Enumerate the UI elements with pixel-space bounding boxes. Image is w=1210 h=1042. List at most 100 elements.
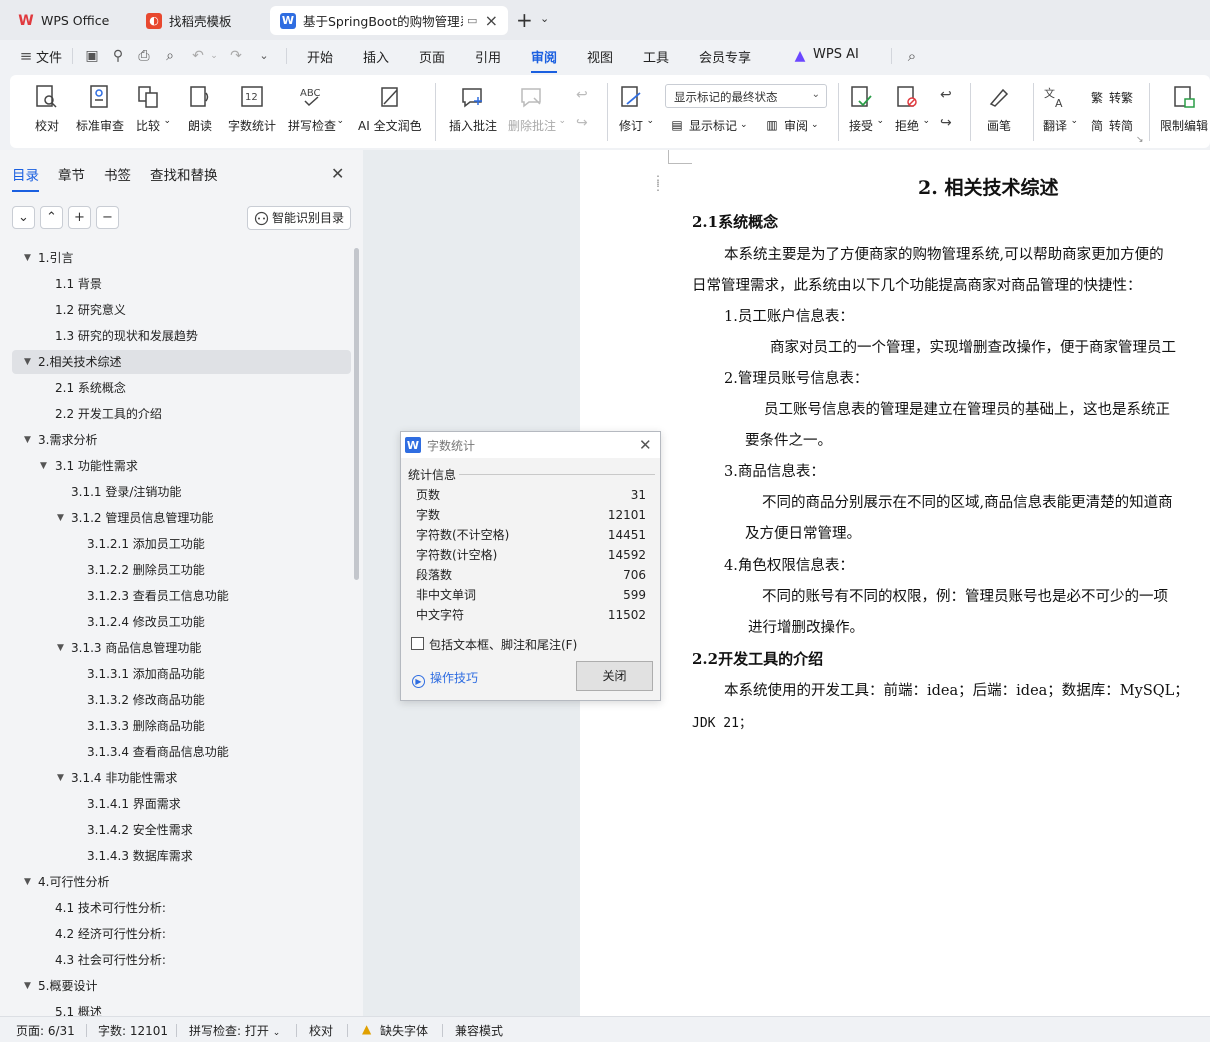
tab-chapters[interactable]: 章节	[58, 164, 85, 184]
menu-wps-ai[interactable]: WPS AI	[813, 47, 859, 62]
toc-item[interactable]: 3.1.2.3 查看员工信息功能	[12, 584, 351, 608]
tab-bookmarks[interactable]: 书签	[104, 164, 131, 184]
include-textbox-checkbox[interactable]	[411, 637, 424, 650]
toc-item[interactable]: 3.1.4.3 数据库需求	[12, 844, 351, 868]
caret-down-icon[interactable]: ▼	[57, 506, 64, 530]
menu-tools[interactable]: 工具	[643, 47, 669, 66]
toc-item[interactable]: ▼ 3.需求分析	[12, 428, 351, 452]
status-word-count[interactable]: 字数: 12101	[98, 1022, 168, 1039]
show-markup-button[interactable]: ▤ 显示标记 ⌄	[669, 115, 747, 135]
previous-change-icon[interactable]: ↩	[940, 87, 952, 103]
search-icon[interactable]: ⌕	[904, 48, 920, 64]
toc-item[interactable]: 4.3 社会可行性分析:	[12, 948, 351, 972]
standard-review-button[interactable]: 标准审查	[76, 83, 124, 143]
caret-down-icon[interactable]: ▼	[40, 454, 47, 478]
expand-all-button[interactable]: ⌄	[12, 206, 35, 229]
restrict-edit-button[interactable]: 限制编辑	[1160, 83, 1208, 143]
save-icon[interactable]: ▣	[84, 48, 100, 64]
document-page[interactable]: 2. 相关技术综述 2.1系统概念 本系统主要是为了方便商家的购物管理系统,可以…	[580, 150, 1210, 1016]
read-aloud-button[interactable]: 朗读	[187, 83, 213, 143]
review-pane-button[interactable]: ▥ 审阅 ⌄	[764, 115, 818, 135]
spell-check-button[interactable]: ABC 拼写检查 ⌄	[288, 83, 344, 143]
toc-item[interactable]: 3.1.2.2 删除员工功能	[12, 558, 351, 582]
menu-page[interactable]: 页面	[419, 47, 445, 66]
toc-item[interactable]: 3.1.1 登录/注销功能	[12, 480, 351, 504]
compare-button[interactable]: 比较 ⌄	[135, 83, 171, 143]
toc-item[interactable]: 3.1.4.2 安全性需求	[12, 818, 351, 842]
menu-insert[interactable]: 插入	[363, 47, 389, 66]
checkbox-label[interactable]: 包括文本框、脚注和尾注(F)	[429, 636, 577, 653]
toc-item[interactable]: 3.1.3.4 查看商品信息功能	[12, 740, 351, 764]
delete-comment-button[interactable]: 删除批注 ⌄	[508, 83, 566, 143]
toc-item[interactable]: 3.1.2.1 添加员工功能	[12, 532, 351, 556]
to-traditional-button[interactable]: 繁 转繁	[1089, 87, 1133, 107]
toc-item[interactable]: 4.2 经济可行性分析:	[12, 922, 351, 946]
toc-item[interactable]: 1.2 研究意义	[12, 298, 351, 322]
redo-icon[interactable]: ↷	[228, 48, 244, 64]
toc-item[interactable]: 1.3 研究的现状和发展趋势	[12, 324, 351, 348]
previous-comment-icon[interactable]: ↩	[576, 87, 588, 103]
print-preview-icon[interactable]: ⌕	[162, 48, 178, 64]
proofread-button[interactable]: 校对	[34, 83, 60, 143]
close-icon[interactable]: ✕	[331, 164, 344, 183]
remove-heading-button[interactable]: −	[96, 206, 119, 229]
toc-item[interactable]: 3.1.3.3 删除商品功能	[12, 714, 351, 738]
toc-item[interactable]: 3.1.4.1 界面需求	[12, 792, 351, 816]
menu-file[interactable]: 文件	[36, 47, 62, 66]
more-chevron-icon[interactable]: ⌄	[256, 48, 272, 64]
word-count-button[interactable]: 12 字数统计	[228, 83, 276, 143]
status-spell-check[interactable]: 拼写检查: 打开 ⌄	[189, 1022, 280, 1039]
toc-item[interactable]: 2.1 系统概念	[12, 376, 351, 400]
caret-down-icon[interactable]: ▼	[57, 636, 64, 660]
tips-link[interactable]: ▶ 操作技巧	[412, 669, 478, 688]
status-proofread[interactable]: 校对	[309, 1022, 333, 1039]
toc-item[interactable]: ▼ 3.1.3 商品信息管理功能	[12, 636, 351, 660]
tab-close-icon[interactable]: ×	[485, 11, 498, 30]
menu-reference[interactable]: 引用	[475, 47, 501, 66]
toc-item[interactable]: 4.1 技术可行性分析:	[12, 896, 351, 920]
toc-item[interactable]: ▼ 3.1.4 非功能性需求	[12, 766, 351, 790]
toc-item[interactable]: ▼ 3.1.2 管理员信息管理功能	[12, 506, 351, 530]
hamburger-icon[interactable]: ≡	[18, 48, 34, 64]
caret-down-icon[interactable]: ▼	[24, 870, 31, 894]
chevron-down-icon[interactable]: ⌄	[206, 48, 222, 64]
toc-item[interactable]: ▼ 4.可行性分析	[12, 870, 351, 894]
next-comment-icon[interactable]: ↪	[576, 115, 588, 131]
toc-item[interactable]: 3.1.3.2 修改商品功能	[12, 688, 351, 712]
caret-down-icon[interactable]: ▼	[57, 766, 64, 790]
close-button[interactable]: 关闭	[576, 661, 653, 691]
collapse-all-button[interactable]: ⌃	[40, 206, 63, 229]
close-icon[interactable]: ✕	[639, 436, 652, 454]
tab-document[interactable]: W 基于SpringBoot的购物管理系统 ▭ ×	[270, 6, 508, 35]
caret-down-icon[interactable]: ▼	[24, 350, 31, 374]
accept-button[interactable]: 接受 ⌄	[848, 83, 884, 143]
menu-member[interactable]: 会员专享	[699, 47, 751, 66]
menu-review[interactable]: 审阅	[531, 47, 558, 73]
to-simplified-button[interactable]: 简 转简	[1089, 115, 1133, 135]
tab-find-replace[interactable]: 查找和替换	[150, 164, 218, 184]
pen-button[interactable]: 画笔	[986, 83, 1012, 143]
tab-toc[interactable]: 目录	[12, 164, 39, 192]
ai-polish-button[interactable]: AI 全文润色	[358, 83, 422, 143]
markup-mode-select[interactable]: 显示标记的最终状态 ⌄	[665, 84, 827, 108]
share-icon[interactable]: ⚲	[110, 48, 126, 64]
undo-icon[interactable]: ↶	[190, 48, 206, 64]
dialog-title-bar[interactable]: W 字数统计	[401, 432, 660, 458]
tab-docer-template[interactable]: ◐ 找稻壳模板	[136, 6, 264, 35]
reject-button[interactable]: 拒绝 ⌄	[894, 83, 930, 143]
insert-comment-button[interactable]: 插入批注	[449, 83, 497, 143]
new-tab-icon[interactable]: +	[516, 8, 533, 32]
toc-item[interactable]: 2.2 开发工具的介绍	[12, 402, 351, 426]
print-icon[interactable]: ⎙	[136, 48, 152, 64]
status-missing-font[interactable]: 缺失字体	[380, 1022, 428, 1039]
track-changes-button[interactable]: 修订 ⌄	[618, 83, 654, 143]
toc-item[interactable]: ▼ 5.概要设计	[12, 974, 351, 998]
toc-scrollbar[interactable]	[354, 248, 359, 580]
toc-item[interactable]: ▼ 3.1 功能性需求	[12, 454, 351, 478]
caret-down-icon[interactable]: ▼	[24, 974, 31, 998]
tab-wps-office[interactable]: W WPS Office	[8, 6, 128, 35]
caret-down-icon[interactable]: ▼	[24, 246, 31, 270]
ribbon-expand-icon[interactable]: ↘	[1136, 135, 1144, 145]
next-change-icon[interactable]: ↪	[940, 115, 952, 131]
menu-view[interactable]: 视图	[587, 47, 613, 66]
